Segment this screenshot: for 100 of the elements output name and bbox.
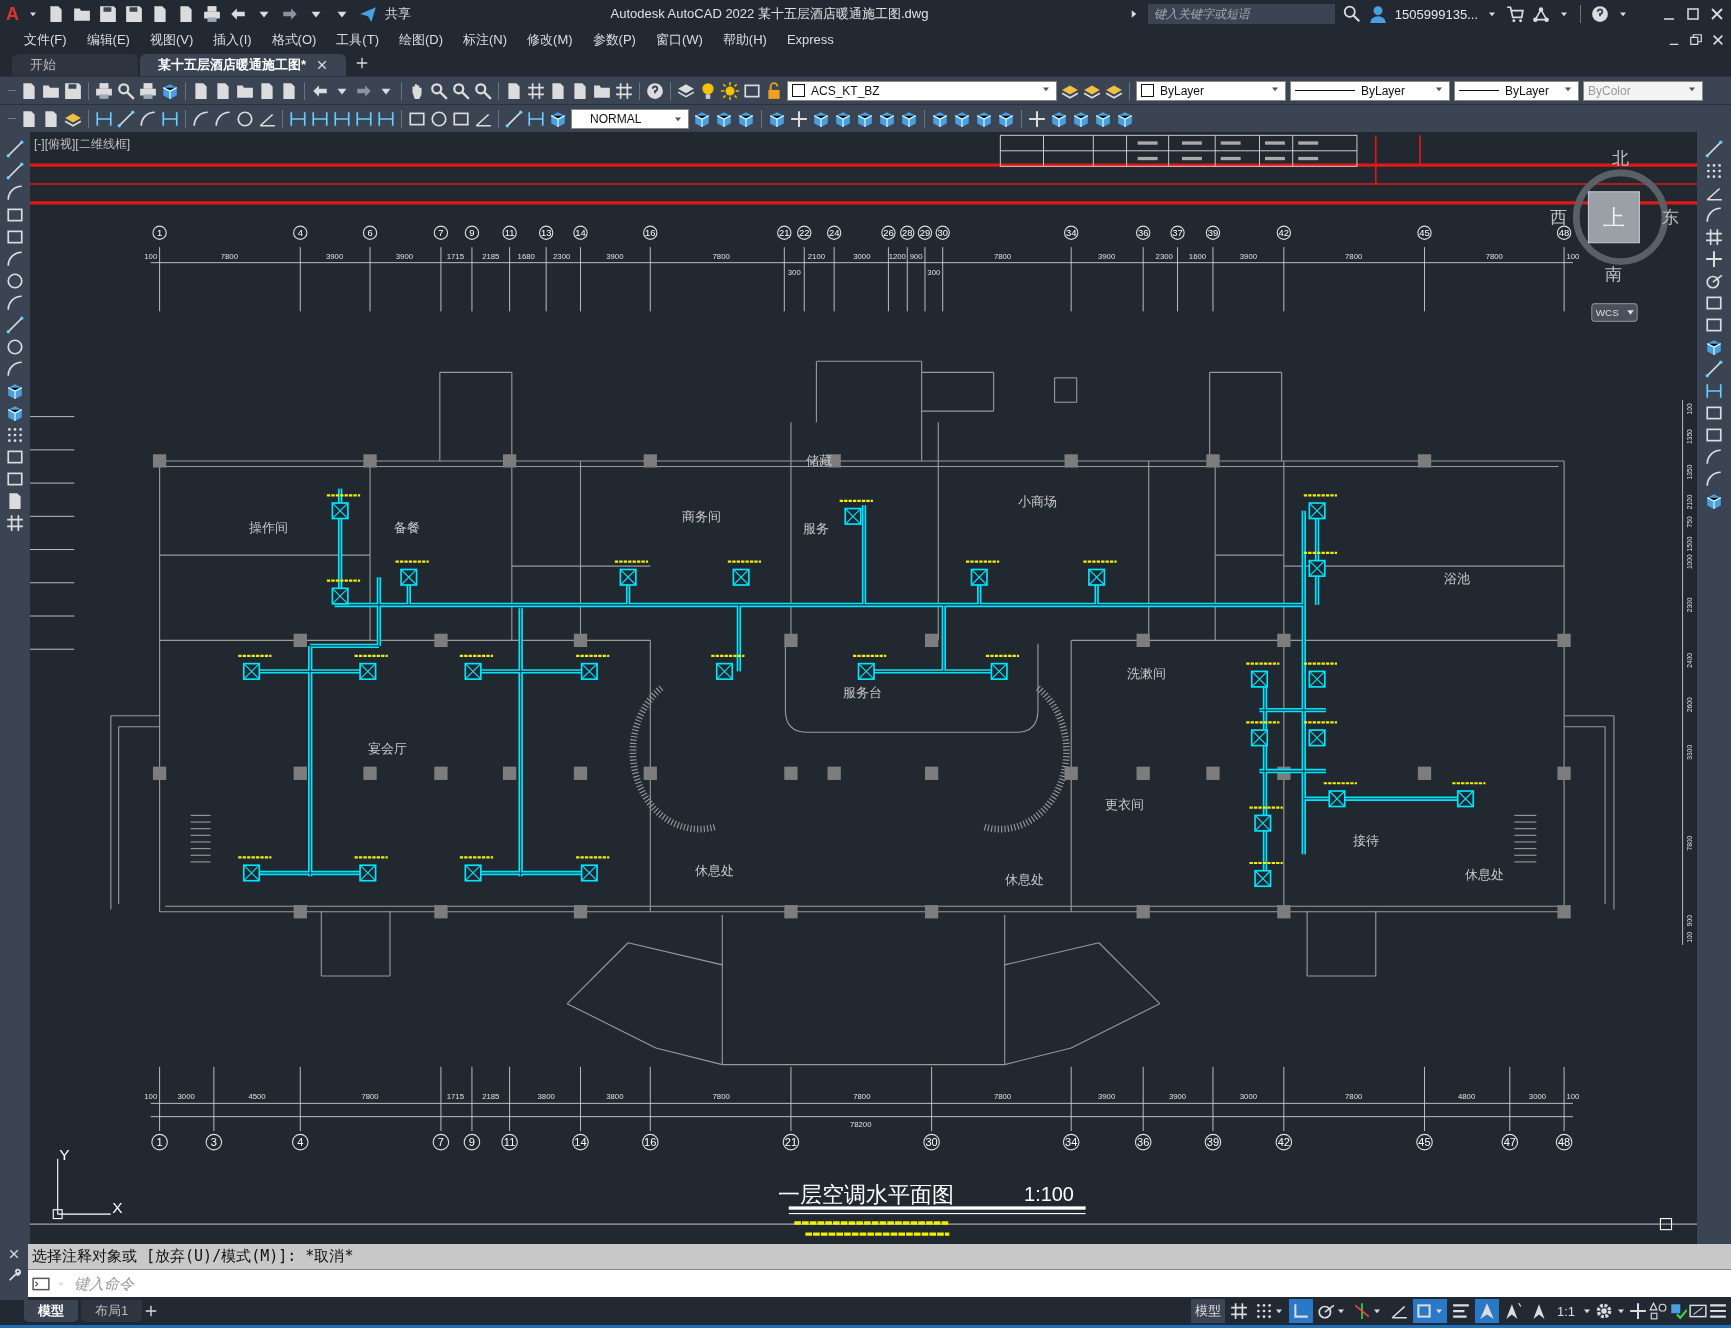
room-label: 休息处: [1005, 872, 1045, 888]
dimension-value: 4800: [1458, 1092, 1476, 1102]
document-tab[interactable]: 某十五层酒店暖通施工图*: [140, 54, 347, 76]
text-style-dropdown[interactable]: NORMAL: [571, 108, 689, 129]
dimension-value: 78200: [849, 1119, 872, 1129]
axis-number: 30: [925, 1136, 938, 1149]
axis-number: 9: [469, 227, 475, 239]
menu-item[interactable]: 文件(F): [14, 30, 77, 49]
viewport-label[interactable]: [-][俯视][二维线框]: [34, 136, 130, 153]
axis-number: 45: [1419, 227, 1430, 239]
dimension-value: 7800: [361, 1092, 379, 1102]
axis-number: 7: [437, 1136, 444, 1149]
axis-number: 14: [575, 227, 586, 239]
axis-number: 11: [503, 1136, 516, 1149]
dimension-value: 300: [787, 268, 801, 278]
color-dropdown[interactable]: ByLayer: [1136, 80, 1286, 101]
drawing-scale: 1:100: [1024, 1183, 1074, 1206]
menu-item[interactable]: 视图(V): [139, 30, 204, 49]
axis-number: 7: [438, 227, 444, 239]
axis-number: 37: [1172, 227, 1183, 239]
menu-item[interactable]: 帮助(H): [712, 30, 777, 49]
axis-number: 6: [367, 227, 373, 239]
room-label: 洗漱间: [1127, 666, 1166, 682]
axis-number: 39: [1206, 1136, 1220, 1149]
room-label: 备餐: [393, 519, 420, 535]
axis-number: 34: [1065, 1136, 1078, 1149]
axis-number: 48: [1558, 227, 1570, 239]
menu-item[interactable]: 参数(P): [582, 30, 646, 49]
dimension-value: 4500: [248, 1092, 266, 1102]
dimension-value: 3900: [395, 251, 413, 261]
window-title: Autodesk AutoCAD 2022 某十五层酒店暖通施工图.dwg: [609, 5, 930, 23]
dimension-value: 3000: [1239, 1092, 1258, 1102]
model-space-button[interactable]: 模型: [1190, 1299, 1225, 1323]
dimension-value: 7800: [712, 251, 730, 261]
menu-item[interactable]: 插入(I): [203, 30, 262, 49]
menu-item[interactable]: 格式(O): [261, 30, 327, 49]
linetype-dropdown[interactable]: ByLayer: [1290, 80, 1450, 101]
compass-south: 南: [1605, 265, 1623, 285]
axis-number: 21: [784, 1136, 798, 1149]
menu-item[interactable]: 绘图(D): [388, 30, 453, 49]
dimension-value: 3900: [1098, 251, 1116, 261]
dimension-value: 7800: [1485, 251, 1503, 261]
axis-x-label: X: [112, 1199, 123, 1216]
room-label: 小商场: [1018, 494, 1058, 510]
dimension-value: 7800: [853, 1092, 871, 1102]
axis-number: 4: [297, 1136, 304, 1149]
compass-west: 西: [1550, 207, 1568, 227]
menu-item[interactable]: 工具(T): [326, 30, 389, 49]
ucs-menu[interactable]: WCS: [1591, 303, 1638, 322]
menu-item[interactable]: 编辑(E): [76, 30, 140, 49]
axis-number: 47: [1503, 1136, 1516, 1149]
search-field[interactable]: 键入关键字或短语: [1147, 4, 1335, 24]
dimension-value: 2300: [1155, 251, 1173, 261]
dimension-value: 100: [144, 1092, 158, 1102]
room-label: 浴池: [1443, 570, 1470, 586]
menu-item[interactable]: 窗口(W): [645, 30, 713, 49]
axis-number: 26: [883, 227, 894, 239]
dimension-value: 300: [927, 268, 941, 278]
menu-item[interactable]: 标注(N): [453, 30, 518, 49]
axis-number: 42: [1278, 227, 1290, 239]
axis-number: 9: [468, 1136, 476, 1149]
share-button[interactable]: 共享: [385, 5, 411, 23]
axis-number: 21: [779, 227, 790, 239]
dimension-value: 3800: [606, 1092, 624, 1102]
axis-number: 36: [1137, 227, 1149, 239]
menu-item[interactable]: 修改(M): [517, 30, 583, 49]
document-tab[interactable]: 开始: [12, 54, 138, 76]
dimension-value: 1715: [446, 1092, 464, 1102]
dimension-value: 3000: [853, 251, 871, 261]
layout-tab[interactable]: 布局1: [81, 1300, 143, 1322]
axis-y-label: Y: [59, 1145, 70, 1163]
layout-tab[interactable]: 模型: [24, 1300, 78, 1322]
menu-item[interactable]: Express: [776, 32, 844, 47]
room-label: 宴会厅: [368, 741, 408, 757]
axis-number: 16: [644, 1136, 657, 1149]
dimension-value: 3900: [606, 251, 624, 261]
dimension-value: 2300: [553, 251, 571, 261]
room-label: 休息处: [1464, 866, 1504, 882]
axis-number: 13: [540, 227, 552, 239]
axis-number: 3: [210, 1136, 217, 1149]
room-label: 储藏: [805, 453, 832, 469]
room-label: 商务间: [681, 508, 721, 524]
user-name[interactable]: 1505999135...: [1394, 6, 1478, 22]
dimension-value: 900: [909, 251, 923, 261]
layer-dropdown[interactable]: ACS_KT_BZ: [787, 80, 1057, 101]
annotation-scale[interactable]: 1:1: [1552, 1300, 1579, 1322]
command-history: 选择注释对象或 [放弃(U)/模式(M)]: *取消*: [32, 1247, 354, 1266]
room-label: 更衣间: [1104, 796, 1144, 812]
dimension-value: 1600: [1188, 251, 1207, 261]
viewcube-label: 上: [1602, 204, 1625, 230]
dimension-value: 1715: [446, 251, 464, 261]
axis-number: 11: [504, 227, 515, 239]
dimension-value: 2100: [807, 251, 826, 261]
axis-number: 4: [297, 227, 303, 239]
compass-east: 东: [1661, 207, 1679, 227]
dimension-value: 1680: [517, 251, 535, 261]
axis-number: 45: [1418, 1136, 1431, 1149]
lineweight-dropdown[interactable]: ByLayer: [1454, 80, 1579, 101]
dimension-value: 100: [1566, 251, 1580, 261]
dimension-value: 2185: [482, 251, 500, 261]
